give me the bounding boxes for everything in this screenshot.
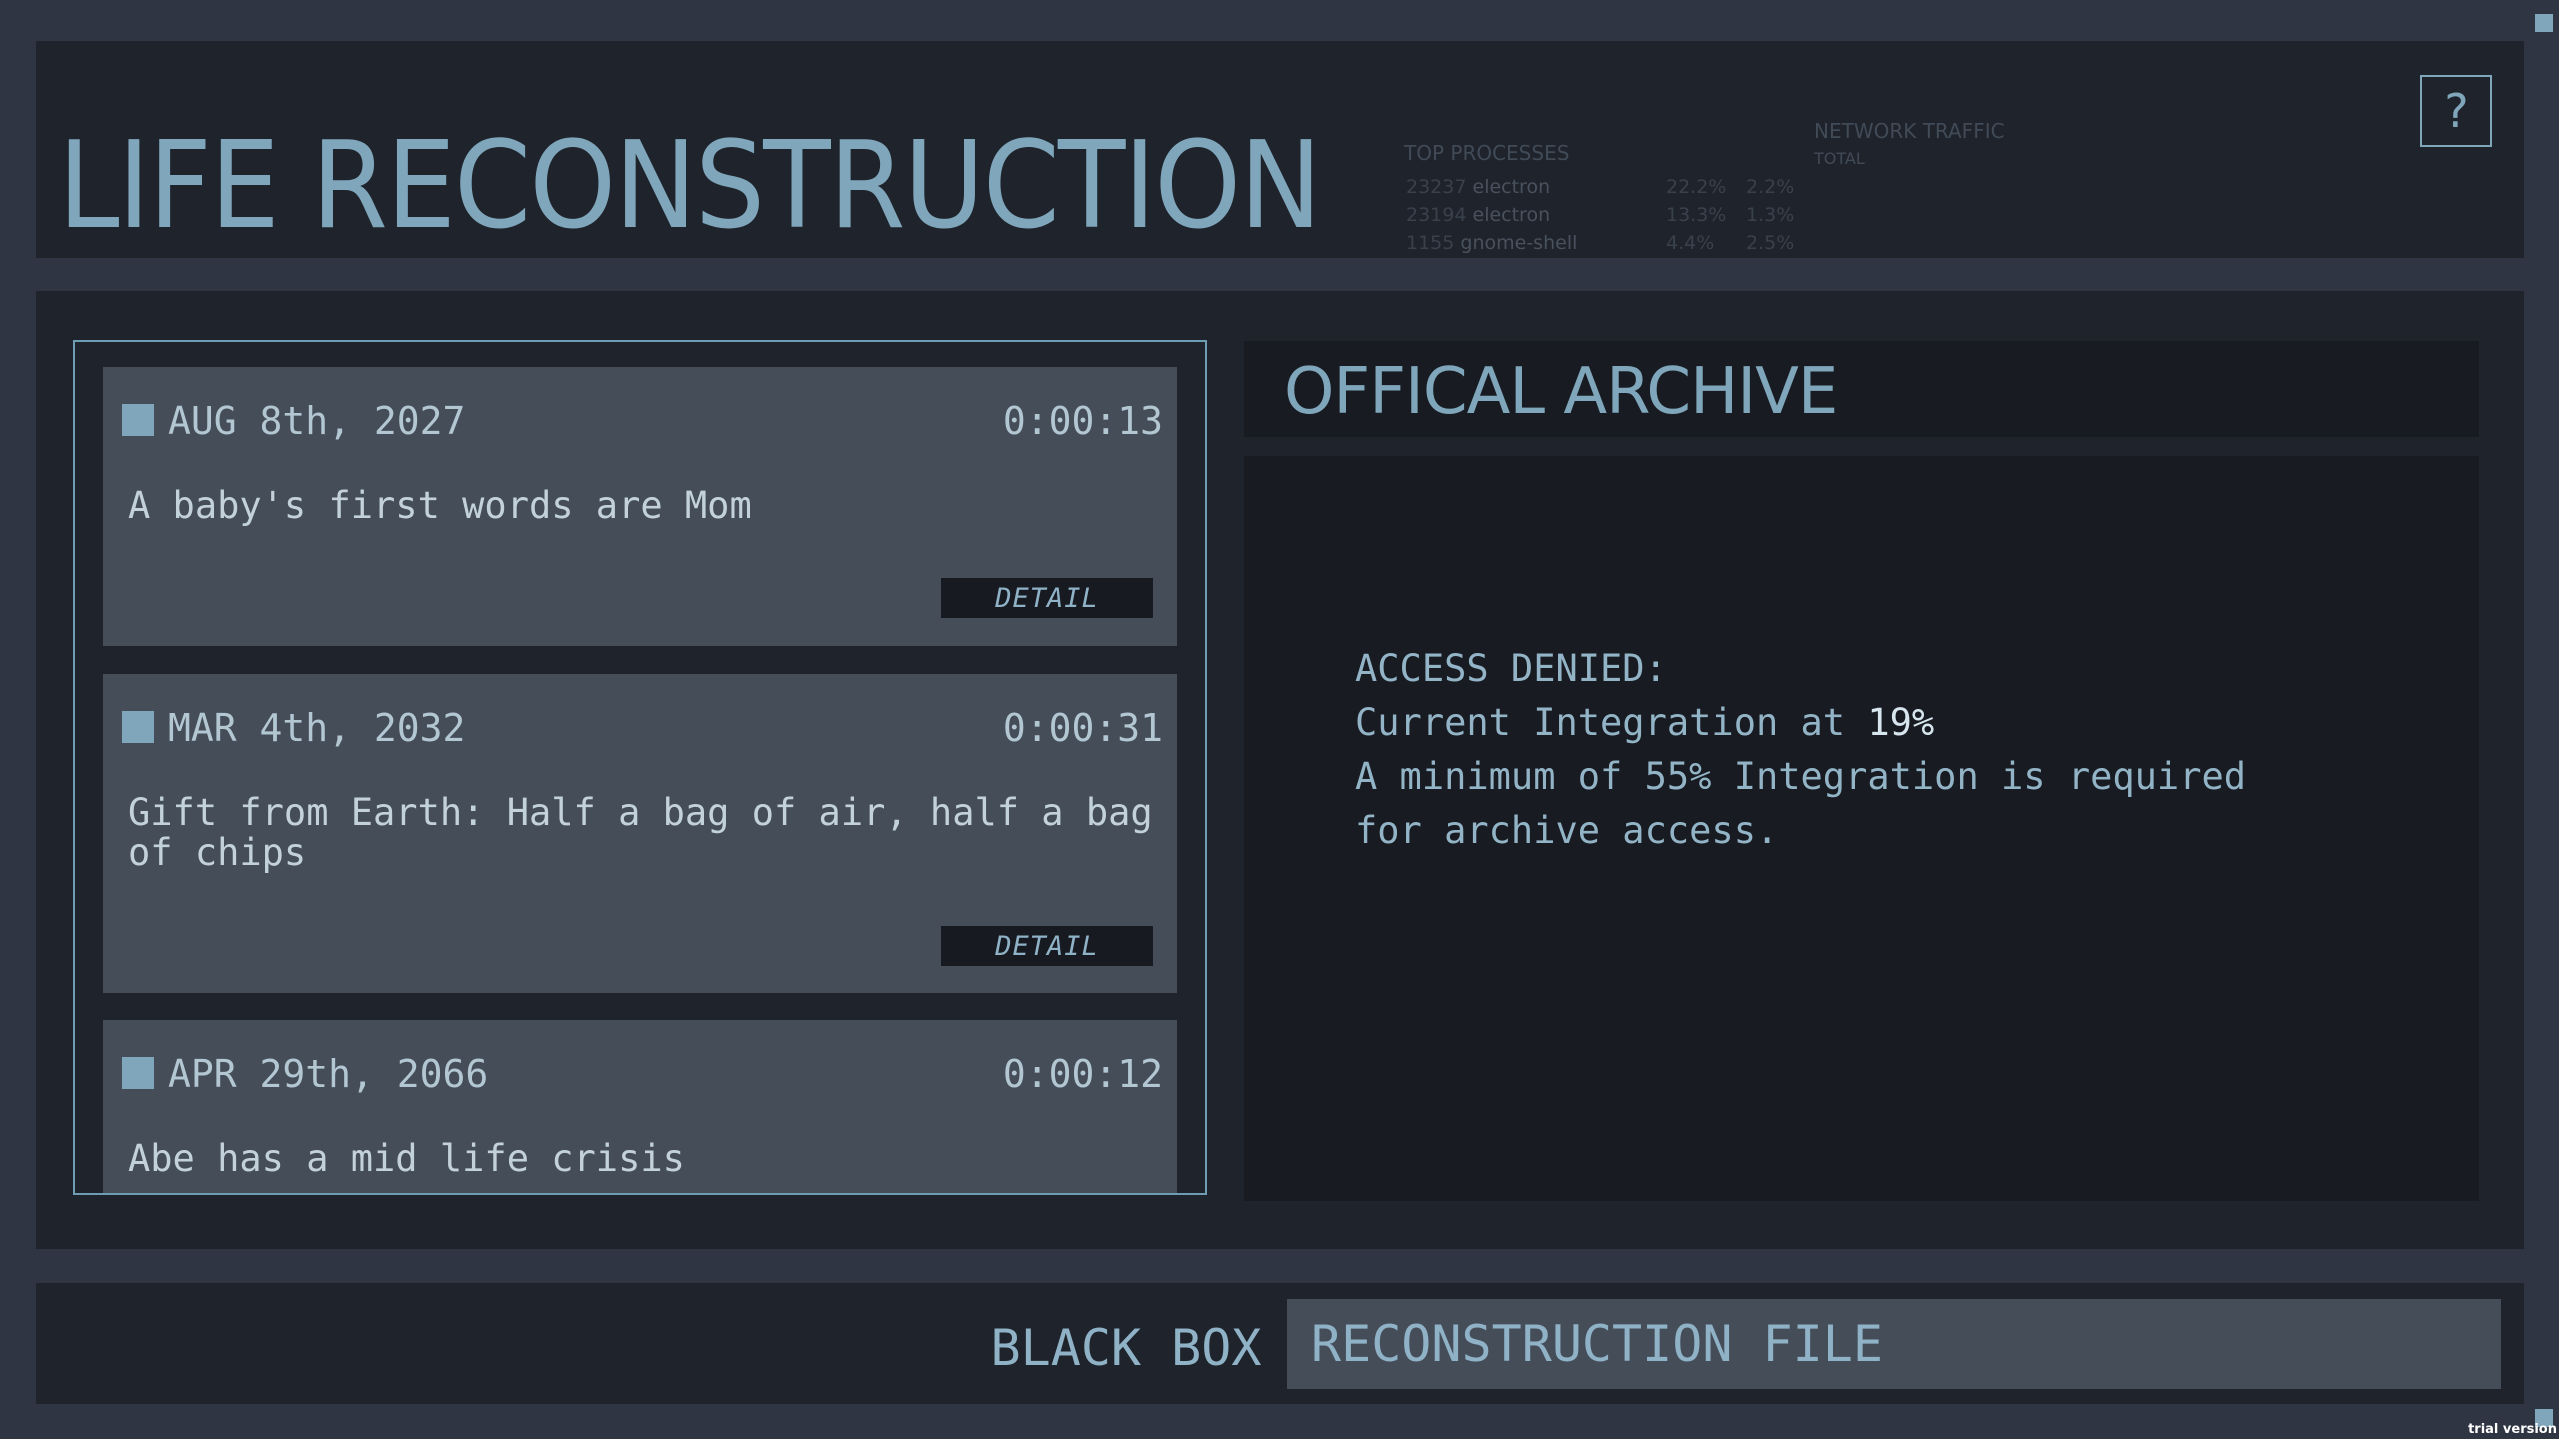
process-row: 23237 electron 22.2% 2.2%: [1406, 176, 1795, 198]
event-card[interactable]: APR 29th, 2066 0:00:12 Abe has a mid lif…: [103, 1020, 1177, 1193]
corner-marker-icon: [2535, 14, 2553, 32]
system-monitor-overlay: TOP PROCESSES NETWORK TRAFFIC TOTAL 2323…: [1366, 41, 2266, 258]
requirement-line: A minimum of 55% Integration is required: [1355, 755, 2247, 798]
network-total-label: TOTAL: [1814, 149, 1865, 168]
event-card[interactable]: MAR 4th, 2032 0:00:31 Gift from Earth: H…: [103, 674, 1177, 993]
tab-black-box[interactable]: BLACK BOX: [976, 1303, 1276, 1393]
event-description: Gift from Earth: Half a bag of air, half…: [128, 791, 1153, 874]
process-row: 23194 electron 13.3% 1.3%: [1406, 204, 1795, 226]
event-date: AUG 8th, 2027: [168, 399, 466, 443]
network-traffic-label: NETWORK TRAFFIC: [1814, 119, 2005, 143]
archive-panel: ACCESS DENIED: Current Integration at 19…: [1244, 456, 2479, 1201]
event-description: A baby's first words are Mom: [128, 484, 752, 527]
watermark: trial version: [2468, 1422, 2557, 1437]
event-date: MAR 4th, 2032: [168, 706, 466, 750]
header-bar: LIFE RECONSTRUCTION TOP PROCESSES NETWOR…: [36, 41, 2524, 258]
event-marker-icon: [122, 1057, 154, 1089]
access-denied-heading: ACCESS DENIED:: [1355, 647, 1667, 690]
detail-button[interactable]: DETAIL: [941, 926, 1153, 966]
access-denied-message: ACCESS DENIED: Current Integration at 19…: [1355, 642, 2246, 858]
event-duration: 0:00:31: [1002, 706, 1163, 750]
page-title: LIFE RECONSTRUCTION: [58, 117, 1322, 256]
integration-status-line: Current Integration at 19%: [1355, 701, 1935, 744]
event-date: APR 29th, 2066: [168, 1052, 489, 1096]
requirement-line-2: for archive access.: [1355, 809, 1779, 852]
help-button[interactable]: ?: [2420, 75, 2492, 147]
process-row: 1155 gnome-shell 4.4% 2.5%: [1406, 232, 1795, 254]
event-list[interactable]: AUG 8th, 2027 0:00:13 A baby's first wor…: [73, 340, 1207, 1195]
footer-tabs: BLACK BOX RECONSTRUCTION FILE: [36, 1283, 2524, 1404]
top-processes-label: TOP PROCESSES: [1404, 141, 1570, 165]
event-duration: 0:00:13: [1002, 399, 1163, 443]
event-card[interactable]: AUG 8th, 2027 0:00:13 A baby's first wor…: [103, 367, 1177, 646]
archive-header: OFFICAL ARCHIVE: [1244, 341, 2479, 437]
detail-button[interactable]: DETAIL: [941, 578, 1153, 618]
tab-reconstruction-file[interactable]: RECONSTRUCTION FILE: [1287, 1299, 2501, 1389]
main-panel: AUG 8th, 2027 0:00:13 A baby's first wor…: [36, 291, 2524, 1249]
event-marker-icon: [122, 711, 154, 743]
event-duration: 0:00:12: [1002, 1052, 1163, 1096]
event-description: Abe has a mid life crisis: [128, 1137, 685, 1180]
integration-value: 19%: [1867, 701, 1935, 744]
event-marker-icon: [122, 404, 154, 436]
archive-title: OFFICAL ARCHIVE: [1284, 355, 1838, 429]
